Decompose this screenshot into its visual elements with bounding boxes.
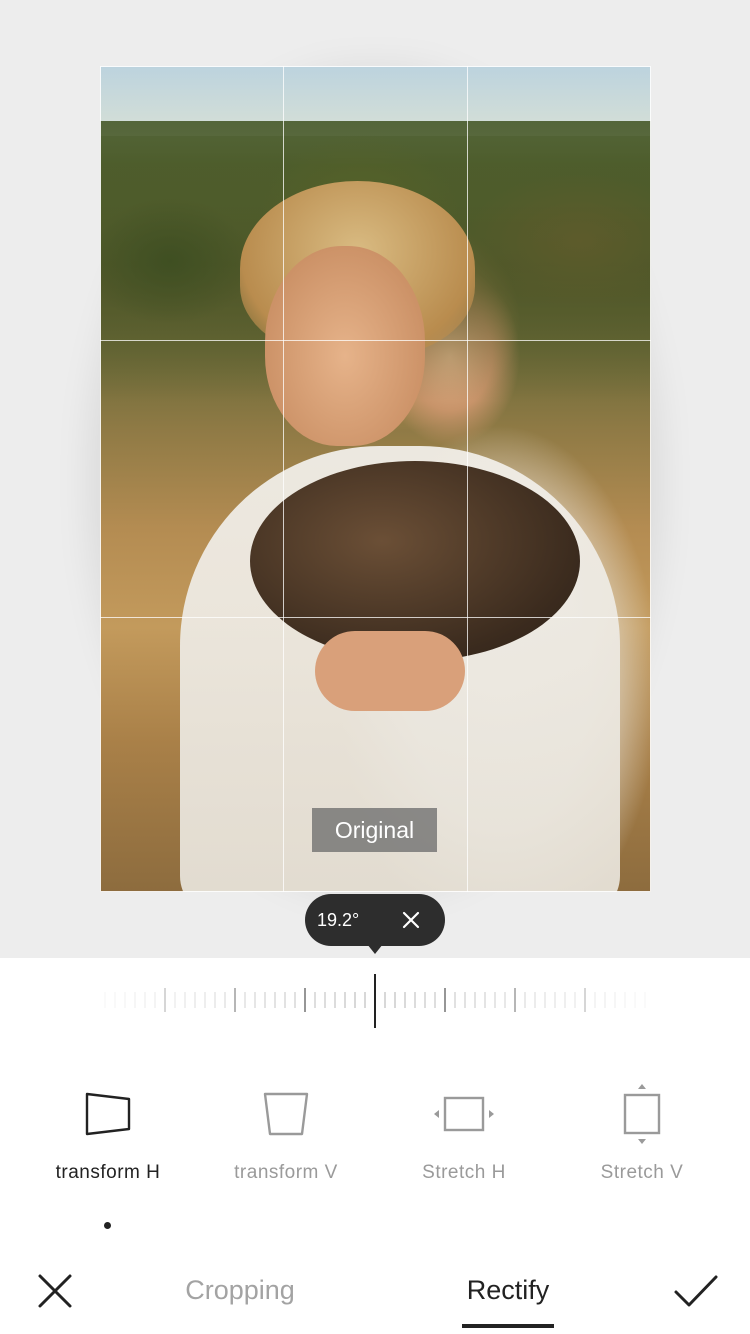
tool-label: Stretch V [600, 1162, 684, 1183]
tool-label: transform H [55, 1162, 161, 1183]
checkmark-icon[interactable] [672, 1272, 720, 1310]
tool-label: Stretch H [422, 1162, 506, 1183]
original-label[interactable]: Original [312, 808, 437, 852]
tool-transform-h[interactable]: transform H [18, 1078, 198, 1188]
tool-label: transform V [234, 1162, 338, 1183]
rectify-tools: transform H transform V Stretch H Stretc… [0, 1078, 750, 1238]
tool-transform-v[interactable]: transform V [196, 1078, 376, 1188]
transform-v-icon [263, 1092, 309, 1136]
bottom-bar: Cropping Rectify [0, 1250, 750, 1334]
tab-cropping[interactable]: Cropping [160, 1270, 320, 1310]
stretch-h-icon [434, 1096, 494, 1132]
stretch-v-icon [623, 1084, 661, 1144]
tool-stretch-v[interactable]: Stretch V [552, 1078, 732, 1188]
angle-pointer [367, 944, 383, 954]
editor-canvas: Original 19.2° [0, 0, 750, 958]
photo-preview[interactable]: Original [100, 66, 651, 892]
angle-value: 19.2° [317, 910, 360, 930]
close-icon[interactable] [36, 1272, 74, 1310]
angle-indicator: 19.2° [305, 894, 445, 946]
crop-frame[interactable] [100, 66, 651, 892]
active-tool-indicator [104, 1222, 111, 1229]
reset-angle-icon[interactable] [401, 910, 421, 930]
angle-ruler-slider[interactable] [100, 970, 650, 1030]
transform-h-icon [85, 1092, 131, 1136]
tab-rectify[interactable]: Rectify [440, 1270, 576, 1310]
tool-stretch-h[interactable]: Stretch H [374, 1078, 554, 1188]
tab-rectify-underline [462, 1324, 554, 1328]
